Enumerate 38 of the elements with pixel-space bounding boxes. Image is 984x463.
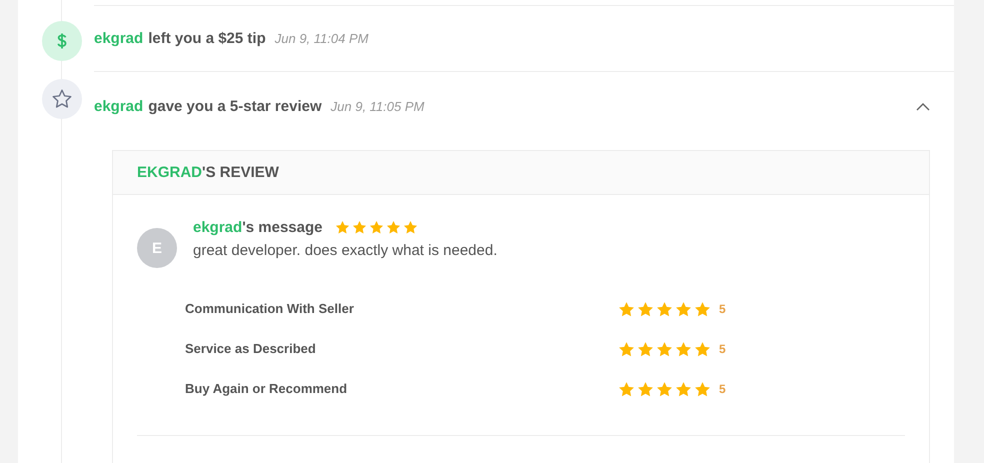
event-time: Jun 9, 11:05 PM <box>330 98 424 114</box>
star-icon <box>618 340 635 358</box>
star-icon <box>618 300 635 318</box>
review-title: EKGRAD'S REVIEW <box>137 164 279 181</box>
star-icon <box>368 220 384 235</box>
star-icon <box>637 340 654 358</box>
star-icon <box>637 380 654 398</box>
user-link[interactable]: ekgrad <box>94 98 144 114</box>
star-icon <box>694 380 711 398</box>
star-icon <box>637 300 654 318</box>
user-link[interactable]: ekgrad <box>94 30 144 47</box>
star-icon <box>334 220 350 235</box>
star-icon <box>694 300 711 318</box>
rating-label: Service as Described <box>185 340 317 358</box>
rating-label: Buy Again or Recommend <box>185 380 348 398</box>
review-message: great developer. does exactly what is needed. <box>193 242 498 259</box>
star-icon <box>52 89 72 109</box>
star-icon <box>656 380 673 398</box>
rating-score: 5 <box>719 342 726 356</box>
star-icon <box>675 380 692 398</box>
message-author: ekgrad's message <box>193 219 322 236</box>
star-icon <box>618 380 635 398</box>
dollar-icon <box>57 33 67 49</box>
rating-score: 5 <box>719 302 726 316</box>
star-icon <box>656 340 673 358</box>
rating-label: Communication With Seller <box>185 300 355 318</box>
star-icon <box>402 220 418 235</box>
rating-score: 5 <box>719 382 726 396</box>
star-icon <box>352 220 366 235</box>
star-icon <box>656 300 673 318</box>
event-text: gave you a 5-star review <box>148 98 322 114</box>
event-time: Jun 9, 11:04 PM <box>274 31 368 46</box>
star-icon <box>386 220 400 235</box>
star-icon <box>675 340 692 358</box>
event-text: left you a $25 tip <box>148 30 266 47</box>
star-icon <box>694 340 711 358</box>
collapse-icon[interactable] <box>916 102 930 110</box>
star-icon <box>675 300 692 318</box>
